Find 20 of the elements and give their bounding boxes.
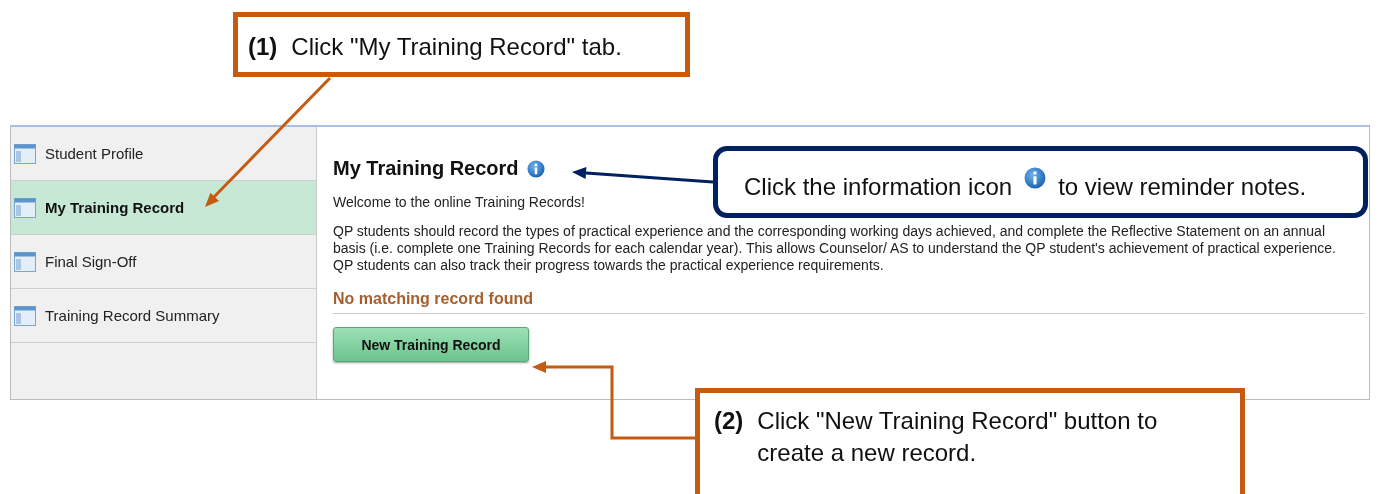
- new-record-button[interactable]: New Training Record: [333, 327, 529, 363]
- sidebar-tab[interactable]: Training Record Summary: [11, 289, 316, 343]
- page-icon: [14, 251, 36, 272]
- page-icon: [14, 143, 36, 164]
- sidebar-tab[interactable]: My Training Record: [11, 181, 316, 235]
- callout-text: Click the information icon: [744, 173, 1013, 201]
- status-message: No matching record found: [333, 290, 1365, 315]
- step-number: (2): [714, 406, 744, 436]
- step-number: (1): [248, 32, 278, 58]
- welcome-text: Welcome to the online Training Records!: [333, 194, 586, 210]
- info-icon: [1024, 167, 1047, 189]
- callout-text: Click "My Training Record" tab.: [291, 32, 622, 58]
- callout-text: to view reminder notes.: [1058, 173, 1307, 201]
- page-icon: [14, 305, 36, 326]
- page-icon: [14, 197, 36, 218]
- info-button[interactable]: [526, 159, 545, 178]
- sidebar-tab[interactable]: Final Sign-Off: [11, 235, 316, 289]
- callout-text: Click "New Training Record" button to create a new record.: [757, 406, 1159, 469]
- description-text: QP students should record the types of practical experience and the corresponding working days achieved, and complete the Reflective Statement on an annual basis (i.e. complete one Training Records for each calendar year). This allows Counselor/ AS to understand the QP student's achievement of practical experience. QP students can also track their progress towards the practical experience requirements.: [333, 223, 1337, 274]
- page-title: My Training Record: [333, 157, 519, 180]
